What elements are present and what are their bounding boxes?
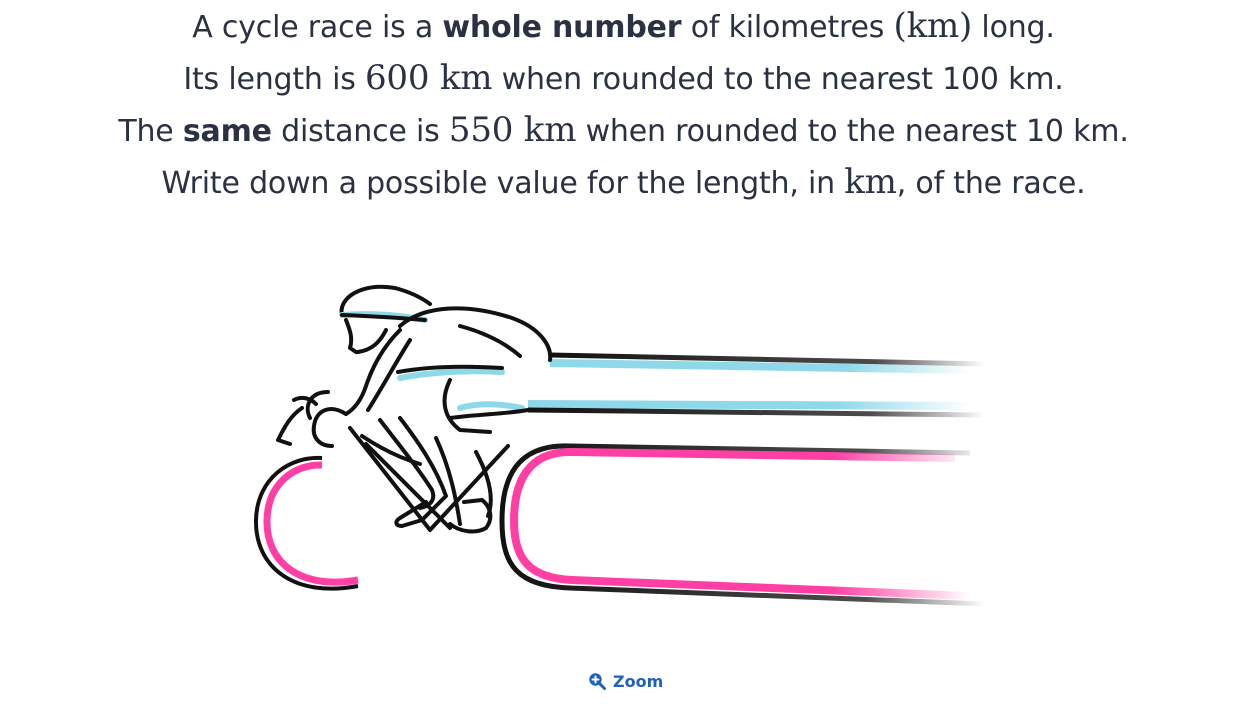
text-segment: of kilometres xyxy=(681,10,894,45)
text-segment: long. xyxy=(972,10,1055,45)
math-value: 550 km xyxy=(448,110,577,150)
question-line-2: Its length is 600 km when rounded to the… xyxy=(0,52,1247,104)
rear-wheel-streak xyxy=(499,443,986,607)
zoom-label: Zoom xyxy=(613,671,664,691)
text-segment: when rounded to the nearest 10 km. xyxy=(576,114,1129,149)
text-segment: , of the race. xyxy=(896,166,1086,201)
text-segment: when rounded to the nearest 100 km. xyxy=(492,62,1064,97)
front-wheel xyxy=(253,455,359,591)
emphasis-text: same xyxy=(182,114,272,149)
text-segment: Write down a possible value for the leng… xyxy=(161,166,845,201)
cyclist-illustration xyxy=(253,284,986,607)
text-segment: The xyxy=(118,114,183,149)
zoom-in-icon xyxy=(589,673,606,690)
zoom-button[interactable]: Zoom xyxy=(588,669,663,693)
speed-line-middle xyxy=(527,400,986,418)
text-segment: Its length is xyxy=(183,62,365,97)
text-segment: A cycle race is a xyxy=(192,10,443,45)
speed-line-top xyxy=(549,352,986,374)
math-unit: km xyxy=(844,162,897,202)
math-value: 600 km xyxy=(364,58,493,98)
question-line-4: Write down a possible value for the leng… xyxy=(0,156,1247,208)
cyclist-figure xyxy=(276,284,553,534)
question-line-3: The same distance is 550 km when rounded… xyxy=(0,104,1247,156)
emphasis-text: whole number xyxy=(442,10,682,45)
math-unit: (km) xyxy=(893,6,973,46)
question-line-1: A cycle race is a whole number of kilome… xyxy=(0,0,1247,52)
text-segment: distance is xyxy=(271,114,449,149)
question-text: A cycle race is a whole number of kilome… xyxy=(0,0,1247,208)
question-page: A cycle race is a whole number of kilome… xyxy=(0,0,1247,711)
